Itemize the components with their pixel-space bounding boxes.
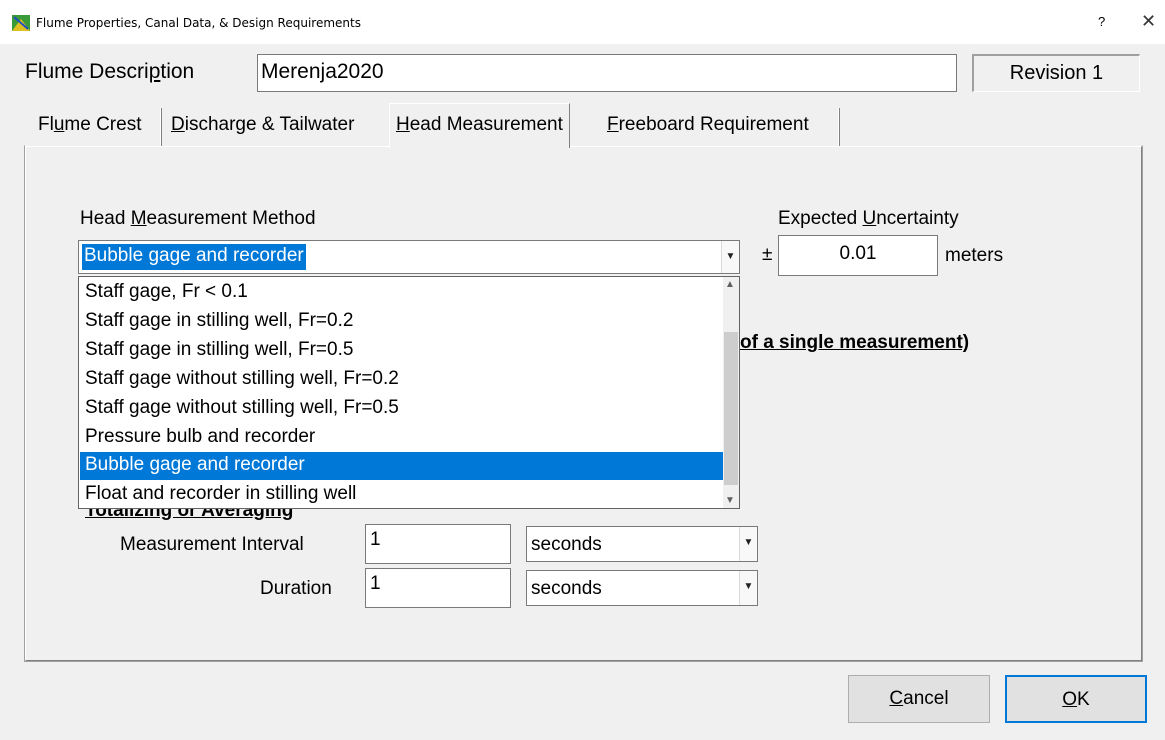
tab-separator (160, 108, 162, 146)
scroll-down-icon[interactable]: ▼ (725, 495, 735, 506)
duration-unit-value: seconds (531, 578, 602, 599)
chevron-down-icon[interactable]: ▼ (739, 571, 757, 605)
revision-label: Revision 1 (972, 54, 1140, 92)
uncertainty-input[interactable]: 0.01 (778, 235, 938, 276)
head-measurement-method-select[interactable]: Bubble gage and recorder ▼ (78, 240, 740, 274)
dropdown-option[interactable]: Staff gage in stilling well, Fr=0.5 (80, 337, 724, 365)
dropdown-option[interactable]: Float and recorder in stilling well (80, 481, 724, 508)
head-measurement-method-label: Head Measurement Method (80, 208, 316, 229)
tab-discharge-tailwater[interactable]: Discharge & Tailwater (165, 107, 360, 147)
chevron-down-icon[interactable]: ▼ (721, 241, 739, 273)
dropdown-option[interactable]: Staff gage in stilling well, Fr=0.2 (80, 308, 724, 336)
method-dropdown-list[interactable]: Staff gage, Fr < 0.1 Staff gage in still… (78, 276, 740, 509)
selected-method: Bubble gage and recorder (82, 244, 306, 270)
dropdown-option[interactable]: Staff gage, Fr < 0.1 (80, 279, 724, 307)
dropdown-option[interactable]: Staff gage without stilling well, Fr=0.2 (80, 366, 724, 394)
tab-head-measurement[interactable]: Head Measurement (389, 103, 570, 148)
ok-button[interactable]: OK (1005, 675, 1147, 723)
scrollbar-thumb[interactable] (724, 332, 738, 485)
duration-unit-select[interactable]: seconds ▼ (526, 570, 758, 606)
expected-uncertainty-label: Expected Uncertainty (778, 208, 959, 229)
app-icon (12, 15, 30, 31)
single-measurement-heading: of a single measurement) (740, 332, 970, 353)
measurement-interval-label: Measurement Interval (120, 534, 304, 555)
cancel-button[interactable]: Cancel (848, 675, 990, 723)
dropdown-option[interactable]: Pressure bulb and recorder (80, 424, 724, 452)
tab-separator (838, 108, 840, 146)
dropdown-scrollbar[interactable]: ▲ ▼ (723, 277, 739, 508)
scroll-up-icon[interactable]: ▲ (725, 279, 735, 290)
interval-unit-select[interactable]: seconds ▼ (526, 526, 758, 562)
close-button[interactable]: ✕ (1141, 11, 1156, 32)
dropdown-option[interactable]: Staff gage without stilling well, Fr=0.5 (80, 395, 724, 423)
title-bar: Flume Properties, Canal Data, & Design R… (0, 0, 1165, 44)
dropdown-option-selected[interactable]: Bubble gage and recorder (80, 452, 724, 480)
tab-freeboard-requirement[interactable]: Freeboard Requirement (601, 107, 815, 147)
uncertainty-unit: meters (945, 245, 1004, 266)
flume-description-input[interactable]: Merenja2020 (257, 54, 957, 92)
flume-description-label: Flume Description (25, 60, 195, 83)
plus-minus-symbol: ± (762, 244, 773, 265)
interval-unit-value: seconds (531, 534, 602, 555)
measurement-interval-input[interactable]: 1 (365, 524, 511, 564)
chevron-down-icon[interactable]: ▼ (739, 527, 757, 561)
help-button[interactable]: ? (1098, 14, 1105, 29)
duration-input[interactable]: 1 (365, 568, 511, 608)
window-title: Flume Properties, Canal Data, & Design R… (36, 16, 361, 30)
duration-label: Duration (260, 578, 332, 599)
tab-flume-crest[interactable]: Flume Crest (32, 107, 147, 147)
